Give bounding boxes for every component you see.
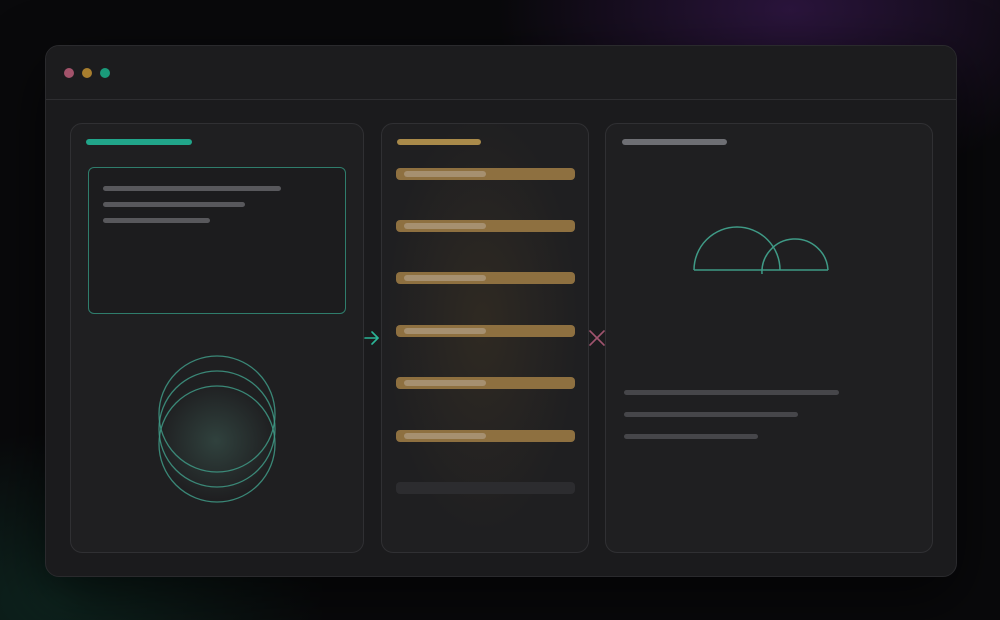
list-item-1[interactable] (396, 168, 575, 180)
ring-top (158, 355, 276, 473)
list-item-5[interactable] (396, 377, 575, 389)
list-item-label (404, 433, 486, 439)
arc-large (693, 226, 781, 271)
list-item-label (404, 328, 486, 334)
left-panel (70, 123, 364, 553)
window-titlebar (46, 46, 956, 100)
list-item-label (404, 275, 486, 281)
close-icon (589, 330, 605, 346)
arrow-right-icon (364, 331, 379, 345)
middle-panel (381, 123, 589, 553)
minimize-window-button[interactable] (82, 68, 92, 78)
text-line-2 (624, 412, 798, 417)
maximize-window-button[interactable] (100, 68, 110, 78)
list-item-label (404, 171, 486, 177)
ring-bottom (158, 385, 276, 503)
arcs-graphic (693, 226, 829, 275)
stacked-rings-graphic (158, 355, 276, 503)
scene-background (0, 0, 1000, 620)
list-item-6[interactable] (396, 430, 575, 442)
right-panel (605, 123, 933, 553)
middle-panel-header (397, 139, 481, 145)
app-window (45, 45, 957, 577)
close-window-button[interactable] (64, 68, 74, 78)
list-item-2[interactable] (396, 220, 575, 232)
list-item-label (404, 223, 486, 229)
list-item-placeholder (396, 482, 575, 494)
text-line-1 (624, 390, 839, 395)
list-item-3[interactable] (396, 272, 575, 284)
list-item-label (404, 380, 486, 386)
text-line-3 (624, 434, 758, 439)
list-item-4[interactable] (396, 325, 575, 337)
ring-middle (158, 370, 276, 488)
